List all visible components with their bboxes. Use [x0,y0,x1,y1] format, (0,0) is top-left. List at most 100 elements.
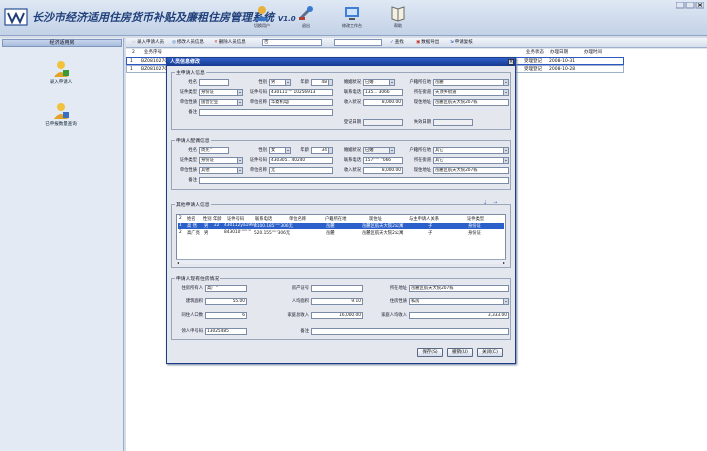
area-input[interactable]: 55.00 [205,298,247,305]
spouse-name-input[interactable]: 周宪'' [199,147,229,154]
grid-header-time: 办理时间 [584,50,602,55]
per-income-input[interactable]: 3,333.00 [409,312,509,319]
spouse-unitname-input[interactable]: 无 [269,167,333,174]
chevron-down-icon [503,158,508,163]
cert-no-input[interactable] [311,285,363,292]
grid-header-date: 办理日期 [550,50,568,55]
spouse-idtype-select[interactable]: 身份证 [199,157,243,164]
housing-note-input[interactable] [311,328,509,335]
stepper-icon [328,148,332,153]
horizontal-scrollbar[interactable]: ◂ ▸ [176,259,506,265]
main-unregister-input[interactable] [433,119,473,126]
owner-input[interactable]: 高广'' [205,285,247,292]
cancel-button[interactable]: 撤销(U) [447,348,473,357]
app-banner: 长沙市经济适用住房货币补贴及廉租住房管理系统 V1.0 切换用户 退出 修改工作… [0,0,707,36]
submit-icon: ⇲ [450,40,454,45]
spouse-hukou-select[interactable]: 其它 [433,147,509,154]
spouse-phone-input[interactable]: 157''''' ''066 [363,157,403,164]
main-income-input[interactable]: 8,000.00 [363,99,403,106]
spouse-gender-select[interactable]: 女 [269,147,291,154]
main-hukou-select[interactable]: 岳麓 [433,79,509,86]
table-row[interactable]: 1 高 然 男 22 430112ya1997 8100.185'''''306… [178,223,504,229]
edit-workbench-button[interactable]: 修改工作台 [330,4,374,34]
sidebar-header-label: 经济适用房 [49,40,75,46]
spouse-address-input[interactable]: 岳麓区航天大院207栋 [433,167,509,174]
chevron-down-icon [503,299,508,304]
switch-user-button[interactable]: 切换用户 [240,4,284,34]
exit-button[interactable]: 退出 [284,4,328,34]
grid-header-status: 业务状态 [526,50,544,55]
main-phone-input[interactable]: 135... 3066 [363,89,403,96]
main-applicant-legend: 主申请人信息 [175,69,206,76]
query-icon: ✓ [390,40,394,45]
add-applicant-button[interactable]: ☞录入申请人员 [132,39,164,47]
main-name-input[interactable] [199,79,229,86]
edit-applicant-button[interactable]: ◎修改人员信息 [172,39,204,47]
delete-row-icon[interactable]: ⇢ [493,200,497,206]
dialog-title: 人员信息修改 [167,58,515,66]
dialog-close-button[interactable]: × [508,59,514,65]
query-button[interactable]: ✓查找 [390,39,404,47]
sidebar-header[interactable]: 经济适用房 [2,39,122,47]
edit-person-dialog: 人员信息修改 × 主申请人信息 姓名 性别 男 年龄 48 婚姻状况 已婚 户籍… [166,57,516,364]
main-unitname-input[interactable]: 华菱机电厂 [269,99,333,106]
save-button[interactable]: 保存(S) [417,348,443,357]
exit-icon [298,6,313,21]
chevron-down-icon [237,90,242,95]
add-row-icon[interactable]: ⇣ [483,200,487,206]
query-person-icon [54,103,69,119]
per-area-input[interactable]: 9.10 [311,298,363,305]
scroll-right-icon[interactable]: ▸ [503,260,505,265]
main-regdate-input[interactable] [363,119,403,126]
main-idtype-select[interactable]: 身份证 [199,89,243,96]
workbench-icon [345,7,359,20]
scroll-left-icon[interactable]: ◂ [177,260,179,265]
user-switch-icon [255,6,269,21]
chevron-down-icon [237,158,242,163]
apply-number-input[interactable]: 13025485 [205,328,247,335]
chevron-down-icon [389,148,394,153]
spouse-marital-select[interactable]: 已婚 [363,147,395,154]
submit-review-button[interactable]: ⇲申请复核 [450,39,473,47]
house-address-input[interactable]: 岳麓区航天大院207栋 [409,285,509,292]
close-button[interactable]: 关闭(C) [477,348,503,357]
sidebar-item-query-count[interactable]: 已申报数量查询 [30,102,92,127]
chevron-down-icon [285,80,290,85]
help-button[interactable]: 帮助 [376,4,420,34]
spouse-district-select[interactable]: 其它 [433,157,509,164]
main-age-stepper[interactable]: 48 [311,79,333,86]
main-address-input[interactable]: 岳麓区航天大院207栋 [433,99,509,106]
chevron-down-icon [503,80,508,85]
sidebar-item-add-applicant[interactable]: 录入申请人 [30,60,92,85]
other-applicants-grid: 2 姓名 性别 年龄 证件号码 联系电话 单位名称 户籍所在地 现住址 与主申请… [176,214,506,264]
delete-applicant-button[interactable]: ✕删除人员信息 [214,39,246,47]
spouse-age-stepper[interactable]: 34 [311,147,333,154]
filter-select[interactable]: 否 [262,39,322,46]
spouse-income-input[interactable]: 8,000.00 [363,167,403,174]
main-marital-select[interactable]: 已婚 [363,79,395,86]
logo-icon [4,8,28,26]
filter-select-2[interactable] [334,39,382,46]
spouse-remark-input[interactable] [199,177,509,184]
chevron-down-icon [503,90,508,95]
chevron-down-icon [237,168,242,173]
stepper-icon [328,80,332,85]
family-count-input[interactable]: 6 [205,312,247,319]
family-income-input[interactable]: 16,000.00 [311,312,363,319]
spouse-idno-input[interactable]: 430305.. 40240 [269,157,333,164]
close-icon: × [509,59,514,65]
table-row[interactable]: 2 高广亮 男 843010''''''''' 520.155'''''306无… [178,230,504,236]
main-remark-input[interactable] [199,109,333,116]
main-gender-select[interactable]: 男 [269,79,291,86]
export-button[interactable]: ▣数据导出 [416,39,439,47]
chevron-down-icon [237,100,242,105]
main-district-select[interactable]: 天顶乡街道 [433,89,509,96]
spouse-legend: 申请人配偶信息 [175,137,211,144]
housing-type-select[interactable]: 私房 [409,298,509,305]
main-unittype-select[interactable]: 国营企业 [199,99,243,106]
export-icon: ▣ [416,40,421,45]
main-idno-input[interactable]: 430111'''' 10256913 [269,89,333,96]
window-controls[interactable] [676,2,704,9]
spouse-unittype-select[interactable]: 其他 [199,167,243,174]
sidebar: 经济适用房 录入申请人 已申报数量查询 [0,38,124,451]
